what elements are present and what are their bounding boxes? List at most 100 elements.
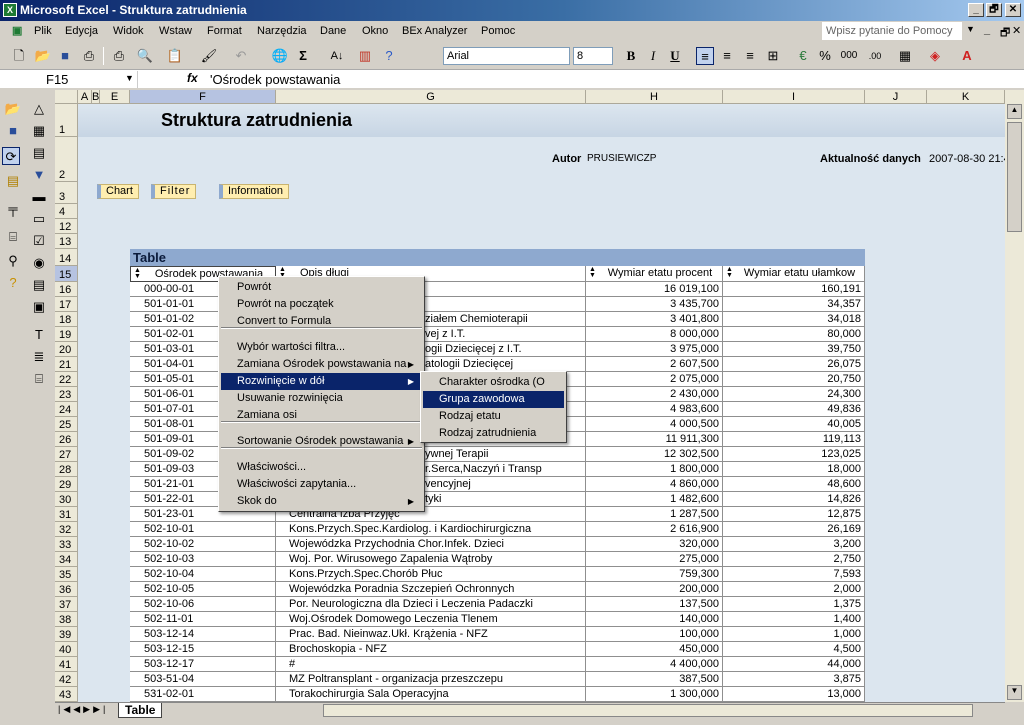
- scroll-up-icon[interactable]: ▲: [1007, 104, 1022, 119]
- row-header[interactable]: 4: [55, 204, 78, 219]
- fx-icon[interactable]: fx: [187, 71, 198, 85]
- cell-ulamkow[interactable]: 14,826: [723, 492, 865, 507]
- cell-ulamkow[interactable]: 2,750: [723, 552, 865, 567]
- menu-widok[interactable]: Widok: [113, 21, 144, 42]
- menu-okno[interactable]: Okno: [362, 21, 388, 42]
- cell-ulamkow[interactable]: 40,005: [723, 417, 865, 432]
- cell-opis[interactable]: Por. Neurologiczna dla Dzieci i Leczenia…: [276, 597, 586, 612]
- row-header[interactable]: 30: [55, 492, 78, 507]
- cell-procent[interactable]: 2 607,500: [586, 357, 723, 372]
- refresh-icon[interactable]: ⟳: [2, 147, 20, 165]
- sort-arrows-icon[interactable]: ▲▼: [134, 267, 141, 280]
- context-menu-item[interactable]: Zamiana Ośrodek powstawania na ▶: [221, 356, 422, 373]
- cell-ulamkow[interactable]: 7,593: [723, 567, 865, 582]
- underline-button[interactable]: U: [666, 47, 684, 65]
- cell-opis[interactable]: Torakochirurgia Sala Operacyjna: [276, 687, 586, 702]
- context-menu-item[interactable]: Skok do ▶: [221, 493, 422, 510]
- cell-ulamkow[interactable]: 20,750: [723, 372, 865, 387]
- cell-osrodek[interactable]: 503-12-15: [130, 642, 276, 657]
- align-center-icon[interactable]: ≡: [718, 47, 736, 65]
- cell-procent[interactable]: 2 430,000: [586, 387, 723, 402]
- vertical-scrollbar[interactable]: ▲ ▼: [1005, 90, 1024, 702]
- column-header-H[interactable]: H: [586, 90, 723, 104]
- menu-narzedzia[interactable]: Narzędzia: [257, 21, 307, 42]
- percent-button[interactable]: %: [816, 47, 834, 65]
- font-color-icon[interactable]: A: [958, 47, 976, 65]
- context-menu-item[interactable]: Rozwinięcie w dół ▶: [221, 373, 422, 390]
- row-header[interactable]: 2: [55, 137, 78, 182]
- cell-ulamkow[interactable]: 34,357: [723, 297, 865, 312]
- row-header[interactable]: 27: [55, 447, 78, 462]
- column-header-cell[interactable]: ▲ ▼ Wymiar etatu ułamkow: [723, 266, 865, 282]
- cell-procent[interactable]: 1 482,600: [586, 492, 723, 507]
- cell-ulamkow[interactable]: 13,000: [723, 687, 865, 702]
- cell-ulamkow[interactable]: 12,875: [723, 507, 865, 522]
- bold-button[interactable]: B: [622, 47, 640, 65]
- doc-minimize-button[interactable]: _: [984, 24, 990, 36]
- menu-bex-analyzer[interactable]: BEx Analyzer: [402, 21, 467, 42]
- cell-procent[interactable]: 100,000: [586, 627, 723, 642]
- messages-icon[interactable]: ▣: [30, 298, 48, 316]
- font-name-select[interactable]: Arial: [443, 47, 570, 65]
- restore-button[interactable]: 🗗: [986, 3, 1002, 17]
- button-icon[interactable]: ▬: [30, 188, 48, 206]
- column-header-A[interactable]: A: [78, 90, 92, 104]
- row-header[interactable]: 24: [55, 402, 78, 417]
- cell-osrodek[interactable]: 502-10-02: [130, 537, 276, 552]
- row-header[interactable]: 20: [55, 342, 78, 357]
- cell-procent[interactable]: 4 860,000: [586, 477, 723, 492]
- cell-opis[interactable]: Woj.Ośrodek Domowego Leczenia Tlenem: [276, 612, 586, 627]
- horizontal-scrollbar[interactable]: [323, 704, 973, 717]
- list-of-conditions-icon[interactable]: ≣: [30, 348, 48, 366]
- cell-procent[interactable]: 3 435,700: [586, 297, 723, 312]
- column-header-F[interactable]: F: [130, 90, 276, 104]
- cell-ulamkow[interactable]: 3,875: [723, 672, 865, 687]
- filter-icon[interactable]: ▼: [30, 166, 48, 184]
- context-menu-item[interactable]: Powrót na początek: [221, 296, 422, 313]
- row-header[interactable]: 36: [55, 582, 78, 597]
- doc-close-button[interactable]: ✕: [1012, 24, 1021, 37]
- cell-procent[interactable]: 3 401,800: [586, 312, 723, 327]
- cell-procent[interactable]: 1 300,000: [586, 687, 723, 702]
- context-menu-item[interactable]: Powrót: [221, 279, 422, 296]
- design-mode-icon[interactable]: △: [30, 100, 48, 118]
- row-header[interactable]: 38: [55, 612, 78, 627]
- cell-ulamkow[interactable]: 2,000: [723, 582, 865, 597]
- name-box-dropdown-icon[interactable]: ▼: [125, 73, 134, 83]
- workbook-icon[interactable]: ▣: [12, 21, 22, 42]
- font-size-select[interactable]: 8: [573, 47, 613, 65]
- sheet-nav-arrows-icon[interactable]: |◀◀▶▶|: [58, 704, 108, 715]
- submenu-item[interactable]: Charakter ośrodka (O: [423, 374, 564, 391]
- cell-osrodek[interactable]: 502-10-06: [130, 597, 276, 612]
- help-dropdown-icon[interactable]: ▼: [966, 24, 975, 34]
- cell-osrodek[interactable]: 502-11-01: [130, 612, 276, 627]
- undo-icon[interactable]: ↶: [232, 47, 250, 65]
- row-header[interactable]: 18: [55, 312, 78, 327]
- doc-restore-button[interactable]: 🗗: [1000, 24, 1010, 43]
- thousands-button[interactable]: 000: [838, 47, 860, 65]
- menu-wstaw[interactable]: Wstaw: [159, 21, 192, 42]
- row-header[interactable]: 29: [55, 477, 78, 492]
- cell-procent[interactable]: 450,000: [586, 642, 723, 657]
- information-button[interactable]: Information: [219, 184, 290, 199]
- sort-arrows-icon[interactable]: ▲▼: [726, 266, 733, 279]
- cell-ulamkow[interactable]: 80,000: [723, 327, 865, 342]
- cell-osrodek[interactable]: 502-10-05: [130, 582, 276, 597]
- row-header[interactable]: 28: [55, 462, 78, 477]
- row-header[interactable]: 34: [55, 552, 78, 567]
- cell-opis[interactable]: Kons.Przych.Spec.Chorób Płuc: [276, 567, 586, 582]
- row-header[interactable]: 12: [55, 219, 78, 234]
- chart-wizard-icon[interactable]: ▥: [356, 47, 374, 65]
- cell-ulamkow[interactable]: 39,750: [723, 342, 865, 357]
- cell-osrodek[interactable]: 503-12-14: [130, 627, 276, 642]
- list-of-exceptions-icon[interactable]: ⌸: [30, 370, 48, 388]
- menu-dane[interactable]: Dane: [320, 21, 346, 42]
- row-header[interactable]: 43: [55, 687, 78, 702]
- sort-ascending-icon[interactable]: A↓: [328, 47, 346, 65]
- column-header-J[interactable]: J: [865, 90, 927, 104]
- save-icon[interactable]: ■: [56, 47, 74, 65]
- cell-procent[interactable]: 8 000,000: [586, 327, 723, 342]
- scroll-down-icon[interactable]: ▼: [1007, 685, 1022, 700]
- filter-button[interactable]: Filter: [151, 184, 197, 199]
- cell-opis[interactable]: #: [276, 657, 586, 672]
